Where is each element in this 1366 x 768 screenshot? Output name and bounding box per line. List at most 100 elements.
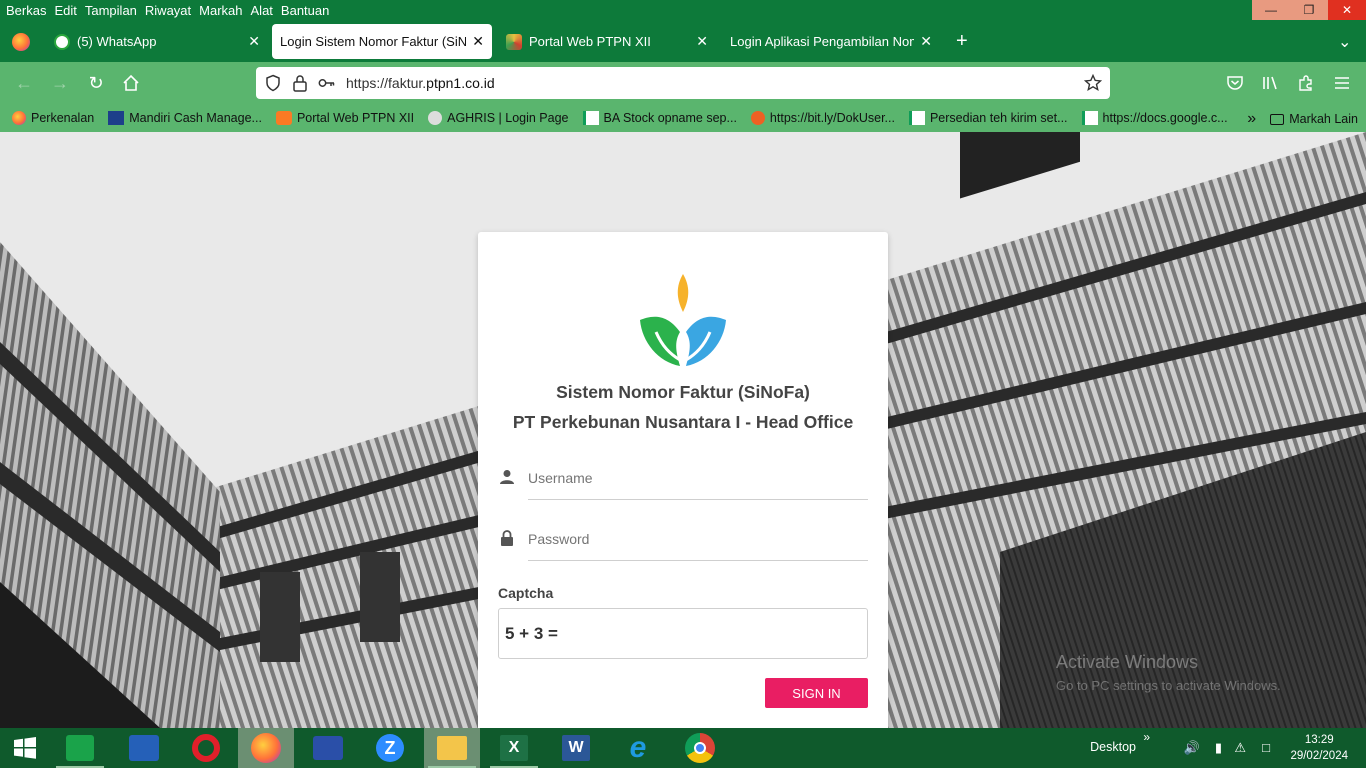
menu-berkas[interactable]: Berkas xyxy=(2,3,50,18)
battery-icon[interactable]: ▮ xyxy=(1215,740,1222,756)
taskbar-excel[interactable]: X xyxy=(486,728,542,768)
firefox-icon xyxy=(251,733,281,763)
taskbar-firefox[interactable] xyxy=(238,728,294,768)
bookmarks-bar: Perkenalan Mandiri Cash Manage... Portal… xyxy=(0,104,1366,132)
back-button[interactable]: ← xyxy=(13,72,35,94)
menu-bar: Berkas Edit Tampilan Riwayat Markah Alat… xyxy=(0,0,1366,20)
captcha-input[interactable]: 5 + 3 = xyxy=(498,608,868,659)
username-input[interactable] xyxy=(528,456,868,500)
tab-portal-ptpn[interactable]: Portal Web PTPN XII ✕ xyxy=(498,24,716,59)
notification-icon[interactable]: □ xyxy=(1262,740,1270,755)
bookmark-persedian-teh[interactable]: Persedian teh kirim set... xyxy=(908,111,1068,125)
menu-tampilan[interactable]: Tampilan xyxy=(81,3,141,18)
url-prefix: https://faktur. xyxy=(346,75,427,91)
arrow-right-icon: → xyxy=(51,72,69,93)
bookmark-ba-stock[interactable]: BA Stock opname sep... xyxy=(582,111,737,125)
scanner-icon xyxy=(129,735,159,761)
system-clock[interactable]: 13:29 29/02/2024 xyxy=(1290,732,1348,764)
bookmark-mandiri[interactable]: Mandiri Cash Manage... xyxy=(108,111,262,125)
maximize-button[interactable]: ❐ xyxy=(1290,0,1328,20)
taskbar-word[interactable]: W xyxy=(548,728,604,768)
close-icon[interactable]: ✕ xyxy=(920,33,932,50)
lock-icon xyxy=(501,530,513,546)
app-menu-button[interactable] xyxy=(1331,72,1353,94)
printer-icon xyxy=(313,736,343,760)
menu-alat[interactable]: Alat xyxy=(247,3,277,18)
tab-label: Portal Web PTPN XII xyxy=(529,34,651,49)
minimize-button[interactable]: — xyxy=(1252,0,1290,20)
double-chevron-icon[interactable]: » xyxy=(1247,110,1256,128)
lock-icon[interactable] xyxy=(292,74,308,92)
url-text: https://faktur.ptpn1.co.id xyxy=(346,75,495,91)
opera-icon xyxy=(192,734,220,762)
start-button[interactable] xyxy=(0,728,50,768)
network-warning-icon[interactable]: ⚠ xyxy=(1234,740,1246,756)
page-content: Sistem Nomor Faktur (SiNoFa) PT Perkebun… xyxy=(0,132,1366,728)
shield-icon[interactable] xyxy=(264,74,282,92)
close-icon[interactable]: ✕ xyxy=(472,33,484,50)
page-subtitle: PT Perkebunan Nusantara I - Head Office xyxy=(512,412,854,432)
sheet-icon xyxy=(1081,111,1098,125)
tab-sinofa[interactable]: Login Sistem Nomor Faktur (SiNoFa) ✕ xyxy=(272,24,492,59)
page-title: Sistem Nomor Faktur (SiNoFa) xyxy=(556,382,810,402)
close-icon[interactable]: ✕ xyxy=(248,33,260,50)
taskbar-zoom[interactable]: Z xyxy=(362,728,418,768)
tab-login-aplikasi[interactable]: Login Aplikasi Pengambilan Nomor ✕ xyxy=(722,24,940,59)
url-bar[interactable]: https://faktur.ptpn1.co.id xyxy=(256,67,1110,99)
sheet-icon xyxy=(582,111,599,125)
tab-label: (5) WhatsApp xyxy=(77,34,157,49)
home-button[interactable] xyxy=(120,72,142,94)
desktop-toolbar-label[interactable]: Desktop xyxy=(1090,740,1136,754)
password-input[interactable] xyxy=(528,517,868,561)
activate-windows-subtitle: Go to PC settings to activate Windows. xyxy=(1056,678,1281,693)
user-icon xyxy=(500,470,514,484)
menu-edit[interactable]: Edit xyxy=(50,3,80,18)
taskbar-printer[interactable] xyxy=(300,728,356,768)
sign-in-button[interactable]: SIGN IN xyxy=(765,678,868,708)
whatsapp-icon xyxy=(54,33,70,50)
bookmark-perkenalan[interactable]: Perkenalan xyxy=(12,111,94,125)
new-tab-button[interactable]: + xyxy=(948,24,982,59)
bookmarks-overflow: » Markah Lain xyxy=(1247,110,1358,128)
library-button[interactable] xyxy=(1259,72,1281,94)
store-icon xyxy=(66,735,94,761)
taskbar-file-explorer[interactable] xyxy=(424,728,480,768)
menu-markah[interactable]: Markah xyxy=(195,3,246,18)
menu-riwayat[interactable]: Riwayat xyxy=(141,3,195,18)
forward-button[interactable]: → xyxy=(49,72,71,94)
login-card: Sistem Nomor Faktur (SiNoFa) PT Perkebun… xyxy=(478,232,888,728)
bookmark-folder-markah-lain[interactable]: Markah Lain xyxy=(1289,112,1358,126)
close-window-button[interactable]: ✕ xyxy=(1328,0,1366,20)
tab-whatsapp[interactable]: (5) WhatsApp ✕ xyxy=(46,24,268,59)
key-icon[interactable] xyxy=(318,76,336,90)
close-icon[interactable]: ✕ xyxy=(696,33,708,50)
extensions-button[interactable] xyxy=(1295,72,1317,94)
bookmark-portal-ptpn[interactable]: Portal Web PTPN XII xyxy=(275,111,414,125)
zoom-icon: Z xyxy=(376,734,404,762)
taskbar-opera[interactable] xyxy=(178,728,234,768)
bookmark-label: Persedian teh kirim set... xyxy=(929,111,1068,125)
bookmark-google-docs[interactable]: https://docs.google.c... xyxy=(1081,111,1228,125)
reload-button[interactable]: ↻ xyxy=(85,72,107,94)
hamburger-icon xyxy=(1335,77,1349,89)
taskbar-app-store[interactable] xyxy=(52,728,108,768)
clock-time: 13:29 xyxy=(1304,734,1334,746)
taskbar-chrome[interactable] xyxy=(672,728,728,768)
list-tabs-button[interactable]: ⌄ xyxy=(1330,24,1360,59)
bookmark-label: https://docs.google.c... xyxy=(1102,111,1228,125)
firefox-view-button[interactable] xyxy=(4,24,42,59)
home-icon xyxy=(123,74,139,91)
taskbar-scanner[interactable] xyxy=(116,728,172,768)
captcha-question: 5 + 3 = xyxy=(505,623,558,643)
bookmark-star-icon[interactable] xyxy=(1084,74,1102,92)
tab-label: Login Aplikasi Pengambilan Nomor xyxy=(730,34,915,49)
speaker-icon[interactable]: 🔊 xyxy=(1184,740,1200,756)
clock-date: 29/02/2024 xyxy=(1290,750,1348,762)
bookmark-aghris[interactable]: AGHRIS | Login Page xyxy=(428,111,569,125)
pocket-button[interactable] xyxy=(1224,72,1246,94)
chevron-double-icon[interactable]: » xyxy=(1143,730,1150,744)
menu-bantuan[interactable]: Bantuan xyxy=(277,3,333,18)
taskbar: Z X W e Desktop » 🔊 ▮ ⚠ □ 13:29 29/02/20… xyxy=(0,728,1366,768)
bookmark-bitly[interactable]: https://bit.ly/DokUser... xyxy=(750,111,895,125)
taskbar-internet-explorer[interactable]: e xyxy=(610,728,666,768)
